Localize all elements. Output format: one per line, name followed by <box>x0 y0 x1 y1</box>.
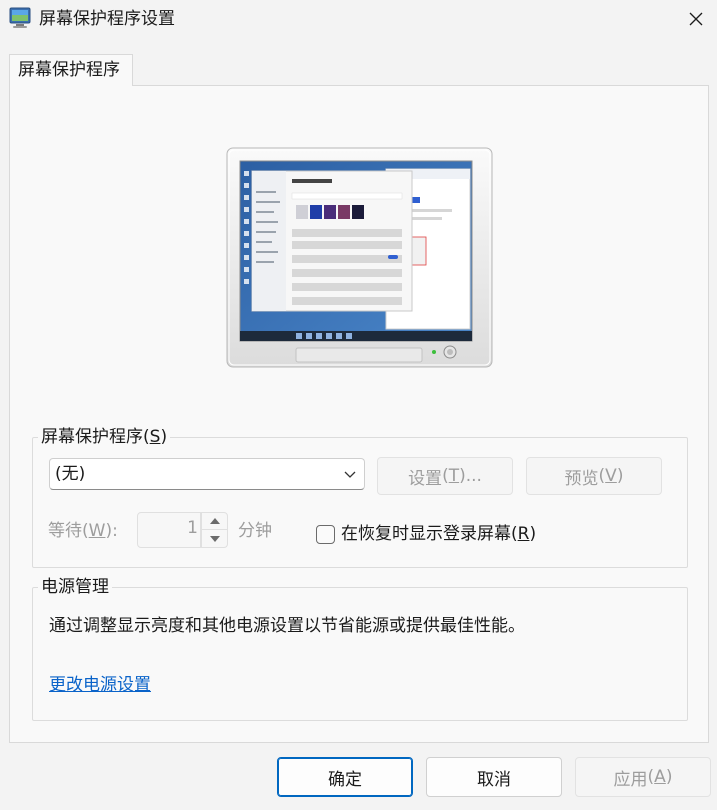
close-icon <box>689 12 702 26</box>
window-title: 屏幕保护程序设置 <box>39 9 175 29</box>
power-group <box>32 587 688 721</box>
screensaver-select[interactable] <box>49 458 365 490</box>
monitor-preview <box>226 147 493 369</box>
ok-button[interactable]: 确定 <box>277 757 413 797</box>
wait-label: 等待(W): <box>48 521 118 541</box>
power-group-label: 电源管理 <box>38 576 112 598</box>
close-button[interactable] <box>674 0 717 38</box>
caret-up-icon <box>209 518 220 524</box>
chevron-down-icon <box>342 466 358 482</box>
spin-down-button[interactable] <box>201 530 228 548</box>
caret-down-icon <box>209 535 220 542</box>
settings-button[interactable]: 设置(T)... <box>377 457 513 495</box>
minutes-label: 分钟 <box>238 521 272 541</box>
screensaver-select-value: (无) <box>55 464 86 484</box>
apply-button[interactable]: 应用(A) <box>575 757 711 797</box>
cancel-button[interactable]: 取消 <box>426 757 562 797</box>
screensaver-monitor-icon <box>9 6 31 30</box>
wait-minutes-value: 1 <box>187 518 198 538</box>
change-power-settings-link[interactable]: 更改电源设置 <box>49 673 151 697</box>
power-description: 通过调整显示亮度和其他电源设置以节省能源或提供最佳性能。 <box>49 616 525 636</box>
tab-screensaver[interactable]: 屏幕保护程序 <box>9 54 133 86</box>
logon-checkbox-label[interactable]: 在恢复时显示登录屏幕(R) <box>341 522 536 546</box>
screensaver-group-label: 屏幕保护程序(S) <box>38 426 171 448</box>
spin-up-button[interactable] <box>201 512 228 530</box>
logon-checkbox[interactable] <box>316 525 335 544</box>
preview-button[interactable]: 预览(V) <box>526 457 662 495</box>
